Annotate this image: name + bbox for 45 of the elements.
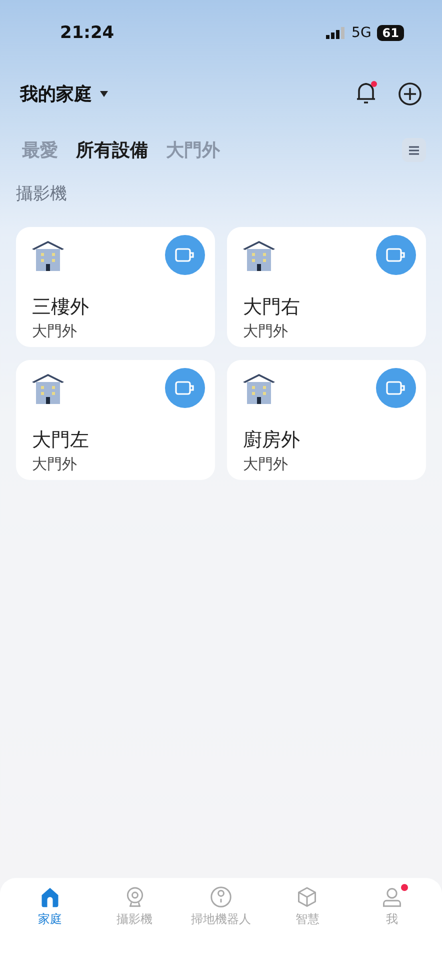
category-tab[interactable]: 大門外 [166,138,220,162]
video-camera-icon [386,381,406,395]
network-label: 5G [352,25,372,41]
device-room: 大門外 [243,454,289,474]
bell-icon [355,81,377,105]
device-name: 大門右 [243,295,301,319]
device-card[interactable]: 大門左 大門外 [16,360,215,480]
building-icon [243,241,275,271]
device-name: 三樓外 [32,295,90,319]
nav-tab[interactable]: 智慧 [277,882,338,932]
device-room: 大門外 [32,321,78,341]
camera-button[interactable] [376,235,416,275]
nav-tab[interactable]: 家庭 [20,882,80,932]
status-time: 21:24 [60,23,114,43]
device-name: 大門左 [32,428,90,452]
device-name: 廚房外 [243,428,301,452]
video-camera-icon [175,248,195,262]
nav-tab[interactable]: 攝影機 [104,882,165,932]
device-card[interactable]: 大門右 大門外 [227,227,426,347]
robot-vacuum-icon [208,886,233,908]
building-icon [243,374,275,404]
home-selector[interactable]: 我的家庭 [20,82,108,106]
category-tab[interactable]: 所有設備 [76,138,148,162]
add-button[interactable] [398,82,422,106]
dropdown-caret-icon [100,91,108,97]
video-camera-icon [175,381,195,395]
menu-button[interactable] [402,138,426,162]
camera-button[interactable] [165,368,205,408]
category-tab[interactable]: 最愛 [22,138,58,162]
building-icon [32,374,64,404]
signal-icon [326,27,346,39]
plus-circle-icon [398,82,422,106]
device-card[interactable]: 廚房外 大門外 [227,360,426,480]
device-room: 大門外 [32,454,78,474]
battery-level: 61 [377,25,404,41]
section-title: 攝影機 [15,183,68,205]
camera-button[interactable] [376,368,416,408]
menu-icon [409,146,419,154]
nav-tab[interactable]: 我 [362,882,422,932]
nav-tab[interactable]: 掃地機器人 [188,882,253,932]
building-icon [32,241,64,271]
video-camera-icon [386,248,406,262]
camera-button[interactable] [165,235,205,275]
device-room: 大門外 [243,321,289,341]
device-card[interactable]: 三樓外 大門外 [16,227,215,347]
